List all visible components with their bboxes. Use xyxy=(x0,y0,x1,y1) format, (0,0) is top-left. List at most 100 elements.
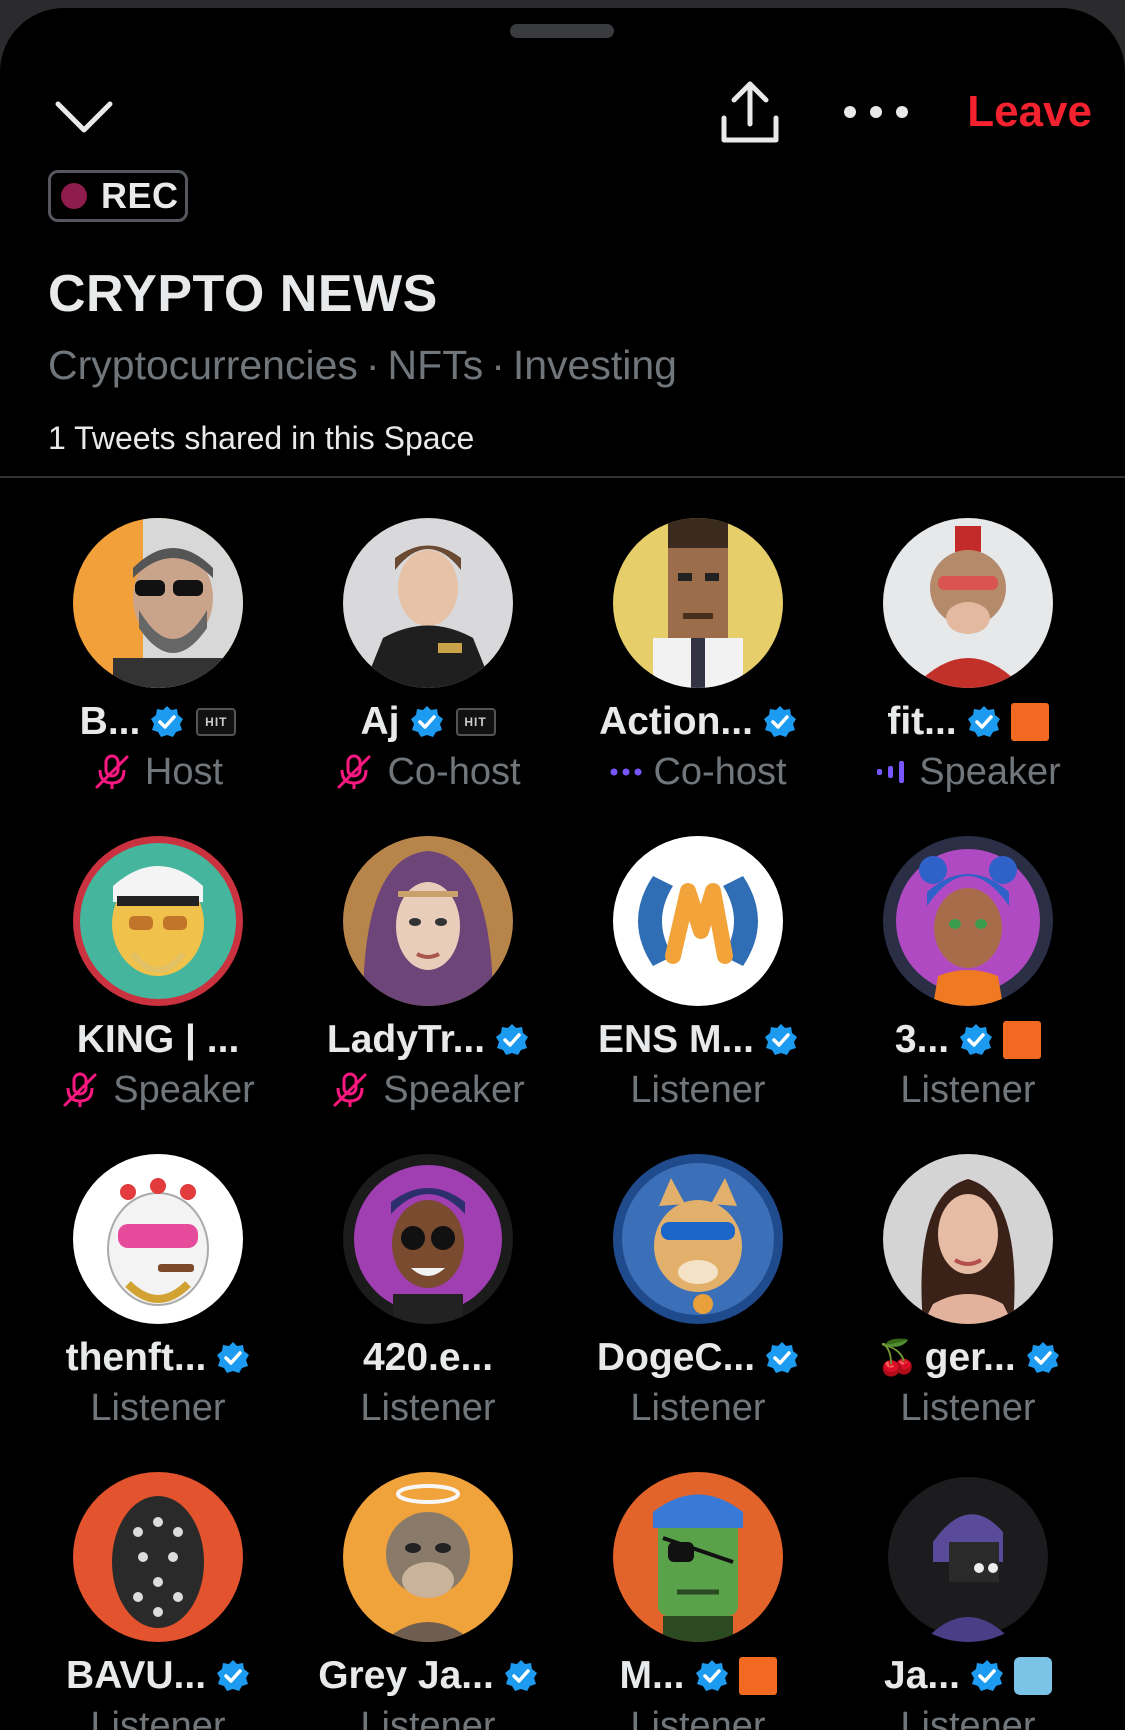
participant-card[interactable]: DogeC... Listener xyxy=(563,1144,833,1444)
participant-card[interactable]: ENS M... Listener xyxy=(563,826,833,1126)
speaking-bars-icon xyxy=(877,761,905,783)
participant-role-line: Listener xyxy=(293,1382,563,1434)
participant-role: Listener xyxy=(900,1386,1036,1429)
tweets-shared-link[interactable]: 1 Tweets shared in this Space xyxy=(48,420,474,457)
participant-name-line: BAVU... xyxy=(23,1650,293,1702)
participant-name: Aj xyxy=(360,700,400,743)
verified-badge-icon xyxy=(504,1660,537,1691)
participant-card[interactable]: Aj HIT Co-host xyxy=(293,508,563,808)
participant-card[interactable]: B... HIT Host xyxy=(23,508,293,808)
avatar[interactable] xyxy=(883,1472,1053,1642)
participant-role: Listener xyxy=(900,1068,1036,1111)
participant-role: Listener xyxy=(90,1704,226,1730)
participant-role: Co-host xyxy=(387,750,521,793)
participant-name: Ja... xyxy=(884,1654,960,1697)
avatar[interactable] xyxy=(613,1472,783,1642)
avatar[interactable] xyxy=(883,836,1053,1006)
more-horizontal-icon xyxy=(844,106,908,118)
collapse-button[interactable] xyxy=(52,92,116,142)
avatar[interactable] xyxy=(883,1154,1053,1324)
avatar[interactable] xyxy=(613,518,783,688)
participant-role: Listener xyxy=(630,1068,766,1111)
topic: NFTs xyxy=(387,342,484,388)
participant-card[interactable]: Action... Co-host xyxy=(563,508,833,808)
participant-role: Host xyxy=(144,750,224,793)
participant-card[interactable]: BAVU... Listener xyxy=(23,1462,293,1730)
mic-off-icon xyxy=(63,1072,97,1107)
participant-name-line: Action... xyxy=(563,696,833,748)
avatar[interactable] xyxy=(343,836,513,1006)
topic: Investing xyxy=(512,342,677,388)
more-button[interactable] xyxy=(838,92,914,132)
participant-name-line: Ja... xyxy=(833,1650,1103,1702)
verified-badge-icon xyxy=(410,706,443,737)
participant-card[interactable]: KING | ... Speaker xyxy=(23,826,293,1126)
participant-role-line: Speaker xyxy=(293,1064,563,1116)
participant-name: Grey Ja... xyxy=(318,1654,494,1697)
mic-off-icon xyxy=(95,754,129,789)
share-button[interactable] xyxy=(716,78,784,148)
participant-card[interactable]: 420.e... Listener xyxy=(293,1144,563,1444)
participant-card[interactable]: 3... Listener xyxy=(833,826,1103,1126)
participant-role-line: Co-host xyxy=(563,746,833,798)
avatar[interactable] xyxy=(73,1154,243,1324)
verified-badge-icon xyxy=(695,1660,728,1691)
avatar[interactable] xyxy=(73,518,243,688)
avatar-image xyxy=(73,518,243,688)
divider xyxy=(0,476,1125,478)
participant-name-line: Grey Ja... xyxy=(293,1650,563,1702)
participant-role: Listener xyxy=(90,1386,226,1429)
participant-name-line: M... xyxy=(563,1650,833,1702)
verified-badge-icon xyxy=(967,706,1000,737)
avatar[interactable] xyxy=(73,1472,243,1642)
participant-role: Speaker xyxy=(383,1068,525,1111)
participant-card[interactable]: fit... Speaker xyxy=(833,508,1103,808)
avatar[interactable] xyxy=(73,836,243,1006)
avatar[interactable] xyxy=(613,1154,783,1324)
participant-name: Action... xyxy=(599,700,753,743)
topic: Cryptocurrencies xyxy=(48,342,358,388)
verified-badge-icon xyxy=(496,1024,529,1055)
avatar-image xyxy=(613,1472,783,1642)
verified-badge-icon xyxy=(960,1024,993,1055)
orange-square-badge-icon xyxy=(1003,1021,1042,1059)
participant-name: 3... xyxy=(894,1018,950,1061)
orange-square-badge-icon xyxy=(738,1657,777,1695)
participant-name-line: 3... xyxy=(833,1014,1103,1066)
participant-role-line: Host xyxy=(23,746,293,798)
participant-name-line: 🍒 ger... xyxy=(833,1332,1103,1384)
avatar-image xyxy=(73,836,243,1006)
participant-role-line: Listener xyxy=(833,1064,1103,1116)
cherry-emoji-icon: 🍒 xyxy=(876,1339,919,1377)
chevron-down-icon xyxy=(55,101,113,133)
participant-card[interactable]: Grey Ja... Listener xyxy=(293,1462,563,1730)
participant-role: Listener xyxy=(360,1386,496,1429)
hit-badge-icon: HIT xyxy=(196,708,237,736)
avatar[interactable] xyxy=(343,1154,513,1324)
participant-name: M... xyxy=(619,1654,685,1697)
avatar-image xyxy=(73,1472,243,1642)
avatar[interactable] xyxy=(343,1472,513,1642)
participant-role: Speaker xyxy=(919,750,1061,793)
drag-handle[interactable] xyxy=(510,24,614,38)
participant-name: 420.e... xyxy=(362,1336,494,1379)
avatar[interactable] xyxy=(613,836,783,1006)
space-topics: Cryptocurrencies · NFTs · Investing xyxy=(48,342,677,389)
leave-button[interactable]: Leave xyxy=(942,82,1092,142)
participant-card[interactable]: M... Listener xyxy=(563,1462,833,1730)
participant-card[interactable]: Ja... Listener xyxy=(833,1462,1103,1730)
participant-card[interactable]: 🍒 ger... Listener xyxy=(833,1144,1103,1444)
participant-name: BAVU... xyxy=(65,1654,207,1697)
participant-role-line: Listener xyxy=(293,1700,563,1730)
participant-name-line: Aj HIT xyxy=(293,696,563,748)
participant-name-line: fit... xyxy=(833,696,1103,748)
avatar[interactable] xyxy=(343,518,513,688)
participant-name-line: B... HIT xyxy=(23,696,293,748)
participant-name-line: KING | ... xyxy=(23,1014,293,1066)
avatar[interactable] xyxy=(883,518,1053,688)
avatar-image xyxy=(613,1154,783,1324)
participant-card[interactable]: thenft... Listener xyxy=(23,1144,293,1444)
record-dot-icon xyxy=(61,183,87,209)
participant-card[interactable]: LadyTr... Speaker xyxy=(293,826,563,1126)
verified-badge-icon xyxy=(151,706,184,737)
